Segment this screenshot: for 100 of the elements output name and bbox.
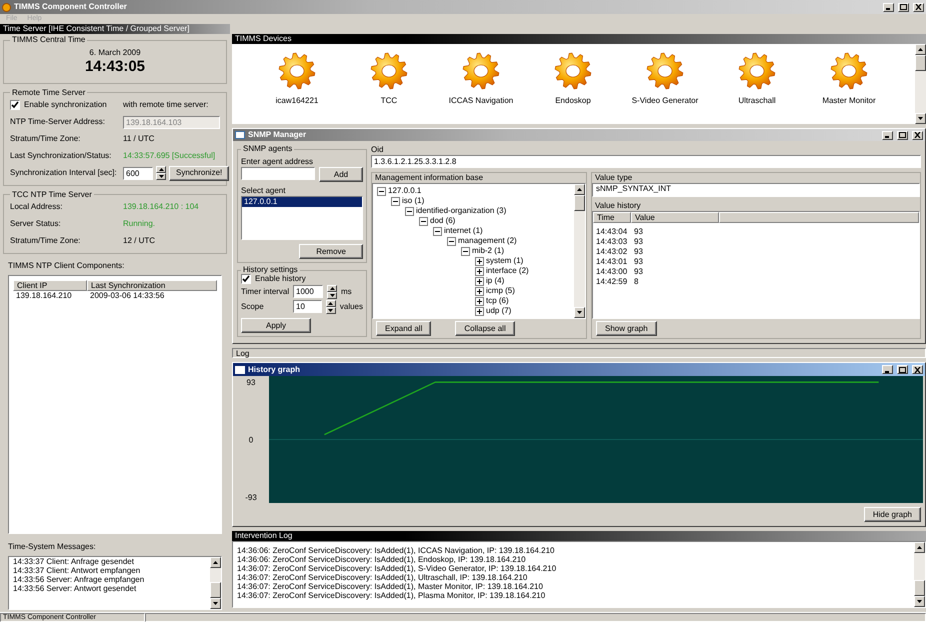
tree-item[interactable]: iso (1) [402, 196, 424, 206]
tree-item[interactable]: dod (6) [430, 216, 456, 226]
table-cell-text: 14:42:59 [595, 277, 628, 287]
column-header[interactable]: Client IP [13, 280, 87, 291]
expand-icon[interactable] [475, 276, 484, 286]
scroll-up-button[interactable] [210, 557, 221, 568]
expand-icon[interactable] [475, 306, 484, 316]
collapse-icon[interactable] [391, 196, 400, 206]
field-label: Enter agent address [241, 157, 314, 167]
tree-item[interactable]: internet (1) [444, 226, 483, 236]
panel-title: Value type [594, 173, 634, 183]
scroll-thumb[interactable] [915, 55, 926, 71]
minimize-button[interactable] [882, 365, 893, 374]
oid-field[interactable]: 1.3.6.1.2.1.25.3.3.1.2.8 [371, 155, 921, 168]
close-button[interactable] [913, 2, 924, 12]
agent-address-field[interactable] [241, 167, 315, 180]
spin-up-button[interactable] [326, 300, 336, 306]
interval-field[interactable]: 600 [123, 166, 153, 180]
window-icon [235, 131, 245, 139]
hide-graph-button[interactable]: Hide graph [864, 507, 921, 522]
expand-icon[interactable] [475, 286, 484, 296]
device-label[interactable]: icaw164221 [276, 96, 318, 106]
checkbox[interactable] [241, 274, 251, 284]
collapse-icon[interactable] [461, 246, 470, 256]
expand-icon[interactable] [475, 256, 484, 266]
device-label[interactable]: Master Monitor [822, 96, 876, 106]
scroll-down-button[interactable] [914, 596, 925, 607]
tree-item[interactable]: ip (4) [486, 276, 504, 286]
maximize-button[interactable] [897, 130, 908, 140]
maximize-button[interactable] [897, 365, 908, 374]
field-label: Scope [241, 302, 265, 312]
collapse-icon[interactable] [447, 236, 456, 246]
column-header[interactable]: Time [593, 212, 631, 223]
expand-icon[interactable] [475, 266, 484, 276]
gear-icon[interactable] [646, 52, 684, 90]
expand-icon[interactable] [475, 296, 484, 306]
column-header[interactable]: Last Synchronization [87, 280, 217, 291]
collapse-icon[interactable] [433, 226, 442, 236]
tree-item[interactable]: system (1) [486, 256, 524, 266]
scroll-up-button[interactable] [915, 44, 926, 55]
scrollbar[interactable] [574, 184, 585, 318]
collapse-icon[interactable] [377, 186, 386, 196]
expand-all-button[interactable]: Expand all [376, 321, 432, 336]
scroll-down-button[interactable] [915, 113, 926, 124]
unit-label: ms [341, 286, 352, 296]
checkbox[interactable] [10, 100, 20, 110]
caret-up-icon [213, 561, 218, 564]
value-type-field[interactable]: sNMP_SYNTAX_INT [592, 183, 920, 197]
device-label[interactable]: TCC [380, 96, 398, 106]
gear-icon[interactable] [462, 52, 500, 90]
scroll-up-button[interactable] [914, 542, 925, 553]
scroll-up-button[interactable] [574, 184, 585, 195]
show-graph-button[interactable]: Show graph [596, 321, 657, 336]
tree-item[interactable]: icmp (5) [486, 286, 515, 296]
gear-icon[interactable] [278, 52, 316, 90]
tree-item[interactable]: management (2) [458, 236, 517, 246]
tree-item[interactable]: identified-organization (3) [416, 206, 506, 216]
minimize-button[interactable] [883, 2, 894, 12]
maximize-button[interactable] [898, 2, 909, 12]
axis-tick-label: -93 [245, 492, 257, 502]
tree-item[interactable]: tcp (6) [486, 296, 509, 306]
device-label[interactable]: S-Video Generator [632, 96, 698, 106]
scroll-thumb[interactable] [210, 582, 221, 598]
apply-button[interactable]: Apply [241, 318, 312, 333]
scope-field[interactable]: 10 [293, 300, 322, 313]
spin-up-button[interactable] [327, 284, 337, 292]
gear-icon[interactable] [738, 52, 776, 90]
column-header[interactable]: Value [631, 212, 719, 223]
scroll-thumb[interactable] [914, 580, 925, 596]
device-label[interactable]: Endoskop [555, 96, 591, 106]
synchronize-button[interactable]: Synchronize! [169, 166, 230, 181]
scroll-thumb[interactable] [574, 195, 585, 211]
tree-item[interactable]: 127.0.0.1 [388, 186, 422, 196]
scroll-down-button[interactable] [210, 598, 221, 609]
remove-button[interactable]: Remove [299, 244, 363, 259]
gear-icon[interactable] [830, 52, 868, 90]
gear-icon[interactable] [554, 52, 592, 90]
collapse-all-button[interactable]: Collapse all [455, 321, 515, 336]
timer-interval-field[interactable]: 1000 [293, 285, 323, 298]
gear-icon[interactable] [370, 52, 408, 90]
tree-item[interactable]: udp (7) [486, 306, 512, 316]
tree-item[interactable]: interface (2) [486, 266, 529, 276]
field-label: with remote time server: [123, 100, 208, 110]
window-title: History graph [248, 364, 300, 374]
close-button[interactable] [912, 130, 923, 140]
collapse-icon[interactable] [405, 206, 414, 216]
close-button[interactable] [912, 365, 923, 374]
scrollbar[interactable] [914, 542, 925, 607]
list-item[interactable]: 127.0.0.1 [242, 197, 362, 207]
scroll-down-button[interactable] [574, 307, 585, 318]
minimize-button[interactable] [882, 130, 893, 140]
tree-item[interactable]: mib-2 (1) [472, 246, 504, 256]
device-label[interactable]: ICCAS Navigation [448, 96, 514, 106]
group-label: TCC NTP Time Server [11, 190, 93, 199]
device-label[interactable]: Ultraschall [738, 96, 776, 106]
collapse-icon[interactable] [419, 216, 428, 226]
field-label: Stratum/Time Zone: [10, 134, 82, 144]
scrollbar[interactable] [210, 557, 221, 609]
add-button[interactable]: Add [319, 167, 363, 182]
scrollbar[interactable] [915, 44, 926, 124]
